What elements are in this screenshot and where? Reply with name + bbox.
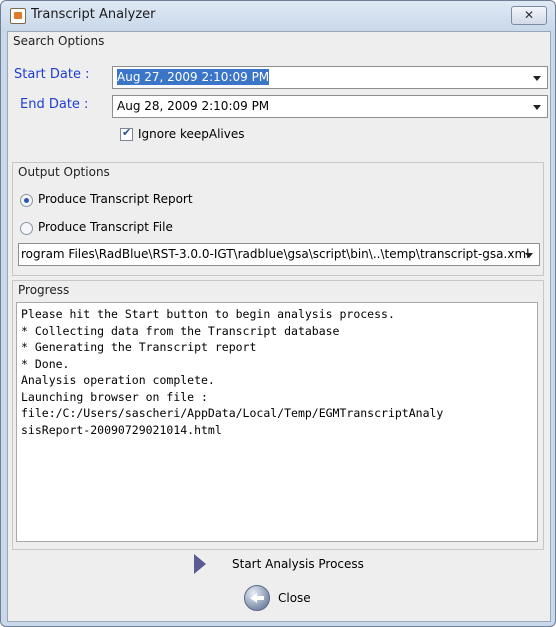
start-analysis-label: Start Analysis Process xyxy=(232,557,364,571)
java-app-icon xyxy=(10,8,26,24)
output-path-combo[interactable]: rogram Files\RadBlue\RST-3.0.0-IGT\radbl… xyxy=(18,243,540,266)
checkmark-icon: ✔ xyxy=(122,126,132,139)
output-options-title: Output Options xyxy=(18,165,110,179)
radio-produce-report-label: Produce Transcript Report xyxy=(38,192,193,206)
log-line: * Done. xyxy=(21,356,70,371)
ignore-keepalives-checkbox[interactable]: ✔ xyxy=(120,126,133,141)
log-line: Analysis operation complete. xyxy=(21,373,215,387)
end-date-combo[interactable]: Aug 28, 2009 2:10:09 PM xyxy=(112,95,548,118)
progress-log-textarea[interactable]: Please hit the Start button to begin ana… xyxy=(16,302,538,542)
close-button[interactable]: Close xyxy=(244,584,324,612)
search-options-title: Search Options xyxy=(13,34,105,48)
end-date-label: End Date : xyxy=(20,97,89,112)
log-line: Please hit the Start button to begin ana… xyxy=(21,307,395,321)
start-date-label: Start Date : xyxy=(14,67,90,82)
log-line: Launching browser on file : xyxy=(21,389,208,404)
output-path-value: rogram Files\RadBlue\RST-3.0.0-IGT\radbl… xyxy=(21,247,530,261)
close-label: Close xyxy=(278,591,311,605)
search-options-panel: Search Options Start Date : Aug 27, 2009… xyxy=(12,34,548,160)
end-date-value: Aug 28, 2009 2:10:09 PM xyxy=(117,99,270,113)
ignore-keepalives-label: Ignore keepAlives xyxy=(138,127,245,141)
start-analysis-button[interactable]: Start Analysis Process xyxy=(188,553,388,577)
log-line: * Generating the Transcript report xyxy=(21,340,257,354)
window-title: Transcript Analyzer xyxy=(31,7,156,22)
log-line: file:/C:/Users/sascheri/AppData/Local/Te… xyxy=(21,406,444,420)
radio-produce-file-label: Produce Transcript File xyxy=(38,220,173,234)
close-window-button[interactable]: ✕ xyxy=(511,6,547,25)
dialog-content: Search Options Start Date : Aug 27, 2009… xyxy=(7,31,551,622)
chevron-down-icon[interactable] xyxy=(525,253,533,258)
play-icon xyxy=(194,554,206,574)
progress-title: Progress xyxy=(18,283,70,297)
radio-produce-file[interactable] xyxy=(20,222,33,235)
start-date-value: Aug 27, 2009 2:10:09 PM xyxy=(117,69,270,85)
start-date-combo[interactable]: Aug 27, 2009 2:10:09 PM xyxy=(112,66,548,89)
close-icon: ✕ xyxy=(523,8,535,22)
log-line: sisReport-20090729021014.html xyxy=(21,422,222,437)
radio-produce-report[interactable] xyxy=(20,194,33,207)
transcript-analyzer-window: Transcript Analyzer ✕ Search Options Sta… xyxy=(0,0,556,627)
back-arrow-icon xyxy=(244,585,270,611)
chevron-down-icon[interactable] xyxy=(533,105,541,110)
radio-selected-dot xyxy=(24,198,29,203)
title-bar[interactable]: Transcript Analyzer ✕ xyxy=(1,1,555,31)
chevron-down-icon[interactable] xyxy=(533,76,541,81)
log-line: * Collecting data from the Transcript da… xyxy=(21,323,340,338)
